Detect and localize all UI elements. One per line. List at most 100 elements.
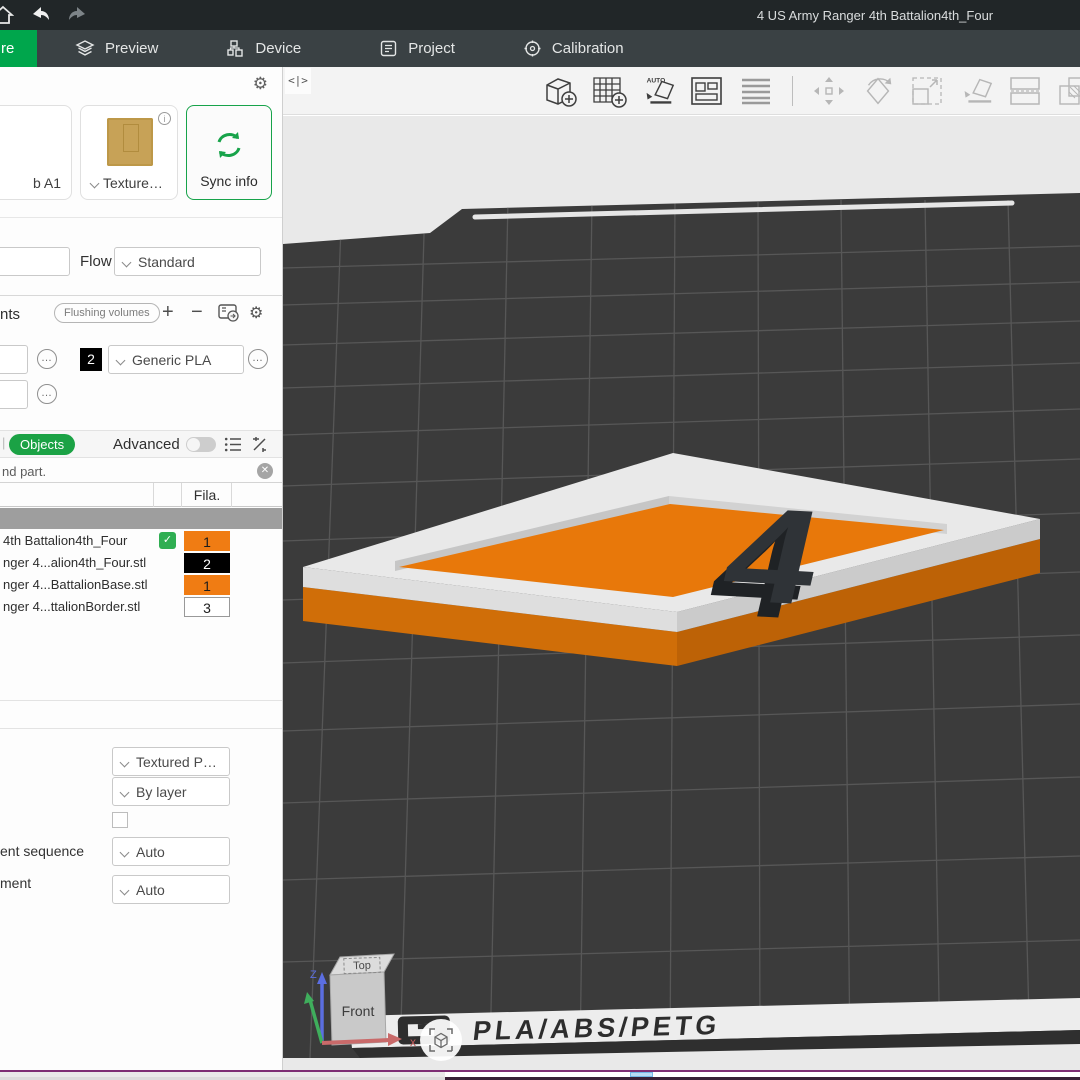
filament-settings-gear-icon[interactable]: ⚙ (249, 303, 263, 323)
tab-calibration[interactable]: Calibration (513, 30, 634, 67)
add-filament-icon[interactable]: + (162, 301, 174, 324)
filament-2-material: Generic PLA (132, 351, 212, 368)
object-row-4[interactable]: nger 4...ttalionBorder.stl 3 (0, 596, 282, 618)
cut-tab-divider: | (2, 435, 6, 450)
plate-settings-button[interactable] (420, 1019, 462, 1061)
filament-3-dropdown[interactable] (0, 380, 28, 409)
plate-type-setting-value: Textured P… (136, 753, 217, 770)
filament-slot-2-row: … 2 Generic PLA … (0, 345, 282, 375)
chevron-down-icon (91, 179, 99, 187)
filament-badge[interactable]: 2 (184, 553, 230, 573)
title-bar: 4 US Army Ranger 4th Battalion4th_Four (0, 0, 1080, 30)
scene-svg: 4 4 PLA/ABS/PETG Top Front Z x (283, 193, 1080, 1070)
layers-icon (75, 39, 95, 56)
filaments-title: nts (0, 306, 21, 323)
flushing-volumes-button[interactable]: Flushing volumes (54, 303, 160, 323)
settings-checkbox[interactable] (112, 812, 128, 828)
info-icon[interactable]: i (158, 112, 171, 125)
nozzle-input[interactable] (0, 247, 70, 276)
tab-device[interactable]: Device (216, 30, 311, 67)
advanced-toggle[interactable] (186, 437, 216, 452)
object-row-3[interactable]: nger 4...BattalionBase.stl 1 (0, 574, 282, 596)
auto-orient-icon[interactable]: AUTO (639, 73, 677, 109)
list-view-icon[interactable] (224, 436, 243, 458)
toolbar-separator (792, 76, 793, 106)
filament-badge[interactable]: 1 (184, 575, 230, 595)
chevron-down-icon (121, 886, 129, 894)
filament-slot-3-row: … (0, 380, 282, 410)
sequence-dropdown[interactable]: Auto (112, 837, 230, 866)
filament-2-color-swatch[interactable]: 2 (80, 348, 102, 371)
gizmo-top-label[interactable]: Top (353, 960, 371, 973)
arrangement-dropdown[interactable]: Auto (112, 875, 230, 904)
sync-info-label: Sync info (200, 173, 258, 189)
clone-icon[interactable] (1055, 73, 1080, 109)
tab-project-label: Project (408, 40, 455, 57)
lay-on-face-icon[interactable] (957, 73, 995, 109)
home-icon[interactable] (0, 4, 14, 26)
tab-preview-label: Preview (105, 40, 159, 57)
scale-icon[interactable] (908, 73, 946, 109)
object-search-field[interactable]: nd part. ✕ (0, 460, 282, 483)
plate-type-dropdown[interactable]: Texture… (91, 175, 163, 191)
filter-sort-icon[interactable] (250, 436, 269, 458)
device-icon (227, 40, 244, 57)
printer-card[interactable]: b A1 (0, 105, 72, 200)
chevron-down-icon (121, 788, 129, 796)
app-window: 4 US Army Ranger 4th Battalion4th_Four r… (0, 0, 1080, 1080)
plate-type-card[interactable]: i Texture… (80, 105, 178, 200)
object-name: nger 4...BattalionBase.stl (3, 577, 148, 592)
tab-preview[interactable]: Preview (65, 30, 168, 67)
filament-badge[interactable]: 3 (184, 597, 230, 617)
printer-name: b A1 (32, 175, 61, 191)
tab-project[interactable]: Project (369, 30, 465, 67)
divider (0, 700, 282, 701)
tab-prepare-active[interactable]: re (0, 30, 37, 67)
undo-icon[interactable] (30, 4, 52, 26)
flow-dropdown[interactable]: Standard (114, 247, 261, 276)
redo-icon[interactable] (66, 4, 88, 26)
printer-settings-gear-icon[interactable]: ⚙ (253, 74, 268, 94)
filament-column-header: Fila. (193, 487, 221, 503)
project-icon (381, 40, 397, 57)
selected-row-strip[interactable] (0, 508, 282, 529)
clear-search-icon[interactable]: ✕ (257, 463, 273, 479)
filament-badge[interactable]: 1 (184, 531, 230, 551)
arrangement-value: Auto (136, 881, 165, 898)
gizmo-front-label[interactable]: Front (342, 1003, 375, 1019)
add-plate-icon[interactable] (590, 73, 628, 109)
arrange-icon[interactable] (688, 73, 726, 109)
rotate-icon[interactable] (859, 73, 897, 109)
sync-info-button[interactable]: Sync info (186, 105, 272, 200)
add-object-icon[interactable] (541, 73, 579, 109)
objects-tab-bar: | Objects Advanced (0, 430, 282, 458)
by-layer-value: By layer (136, 783, 187, 800)
chevron-down-icon (121, 758, 129, 766)
filament-2-dropdown[interactable]: Generic PLA (108, 345, 244, 374)
checkbox-checked-icon[interactable]: ✓ (159, 532, 176, 549)
objects-tab[interactable]: Objects (9, 434, 76, 455)
tab-calibration-label: Calibration (551, 40, 624, 57)
filament-1-menu-icon[interactable]: … (37, 349, 57, 369)
remove-filament-icon[interactable]: − (191, 301, 203, 324)
object-table-header: Fila. (0, 483, 282, 507)
object-row-2[interactable]: nger 4...alion4th_Four.stl 2 (0, 552, 282, 574)
sequence-value: Auto (136, 843, 165, 860)
filament-1-dropdown[interactable] (0, 345, 28, 374)
split-layers-icon[interactable] (737, 73, 775, 109)
collapse-panel-handle[interactable]: <|> (285, 68, 311, 94)
viewport-3d-scene[interactable]: 4 4 PLA/ABS/PETG Top Front Z x (283, 116, 1080, 1070)
divider (0, 728, 282, 729)
move-icon[interactable] (810, 73, 848, 109)
viewport-toolbar: <|> AUTO (283, 67, 1080, 115)
filament-3-menu-icon[interactable]: … (37, 384, 57, 404)
tab-device-label: Device (255, 40, 302, 57)
window-title: 4 US Army Ranger 4th Battalion4th_Four (756, 7, 994, 23)
ams-icon[interactable] (218, 303, 240, 328)
plate-type-setting-dropdown[interactable]: Textured P… (112, 747, 230, 776)
sync-icon (217, 132, 241, 158)
cut-icon[interactable] (1006, 73, 1044, 109)
by-layer-dropdown[interactable]: By layer (112, 777, 230, 806)
filament-2-menu-icon[interactable]: … (248, 349, 268, 369)
object-row-1[interactable]: 4th Battalion4th_Four ✓ 1 (0, 530, 282, 552)
